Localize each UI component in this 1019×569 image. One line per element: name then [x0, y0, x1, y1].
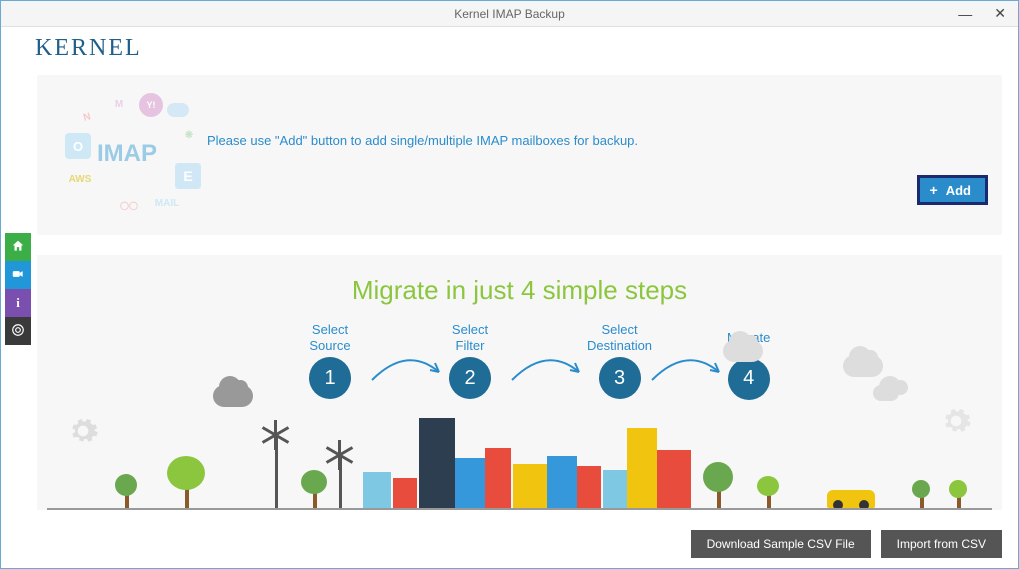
- tree-icon: [717, 490, 721, 508]
- tree-icon: [949, 480, 967, 498]
- add-button[interactable]: + Add: [917, 175, 988, 205]
- step-number: 1: [309, 357, 351, 399]
- step-number: 3: [599, 357, 641, 399]
- tree-icon: [703, 462, 733, 492]
- cityscape: [37, 400, 1002, 510]
- close-button[interactable]: ✕: [988, 3, 1012, 24]
- building-icon: [577, 466, 601, 508]
- building-icon: [485, 448, 511, 508]
- add-button-label: Add: [946, 183, 971, 198]
- windmill-blades-icon: [325, 440, 355, 470]
- windmill-blades-icon: [261, 420, 291, 450]
- building-icon: [455, 458, 485, 508]
- icon-cloud: [167, 103, 189, 117]
- window-title: Kernel IMAP Backup: [454, 7, 565, 21]
- tree-icon: [185, 488, 189, 508]
- cloud-icon: [723, 340, 763, 362]
- tree-icon: [301, 470, 327, 494]
- arrow-icon: [647, 350, 727, 395]
- step-destination: SelectDestination 3: [587, 322, 652, 399]
- icon-n: N: [72, 102, 101, 131]
- bottom-buttons: Download Sample CSV File Import from CSV: [691, 530, 1002, 558]
- cloud-icon: [843, 355, 883, 377]
- step-number: 4: [728, 358, 770, 400]
- icon-yahoo: Y!: [139, 93, 163, 117]
- content: IMAP N M Y! ❋ E O AWS ◯◯ MAIL Please use…: [37, 75, 1002, 568]
- icon-mail: MAIL: [157, 195, 177, 211]
- imap-label: IMAP: [97, 140, 157, 168]
- arrow-icon: [367, 350, 447, 395]
- tree-icon: [125, 494, 129, 508]
- icon-aws: AWS: [67, 169, 93, 189]
- tree-icon: [767, 494, 771, 508]
- step-label: SelectSource: [309, 322, 351, 353]
- home-icon: [11, 239, 25, 256]
- sidebar-info-button[interactable]: i: [5, 289, 31, 317]
- tree-icon: [912, 480, 930, 498]
- tree-icon: [313, 492, 317, 508]
- window-controls: — ✕: [952, 1, 1012, 26]
- logo-area: KERNEL: [1, 27, 1018, 64]
- sidebar-home-button[interactable]: [5, 233, 31, 261]
- video-icon: [11, 267, 25, 284]
- instruction-text: Please use "Add" button to add single/mu…: [207, 133, 982, 178]
- sidebar: i: [5, 233, 31, 345]
- building-icon: [419, 418, 455, 508]
- tree-icon: [757, 476, 779, 496]
- building-icon: [363, 472, 391, 508]
- plus-icon: +: [930, 182, 938, 198]
- cloud-icon: [873, 385, 899, 401]
- ground: [47, 508, 992, 510]
- building-icon: [547, 456, 577, 508]
- titlebar: Kernel IMAP Backup — ✕: [1, 1, 1018, 27]
- step-label: SelectDestination: [587, 322, 652, 353]
- step-label: SelectFilter: [449, 322, 491, 353]
- step-number: 2: [449, 357, 491, 399]
- sidebar-help-button[interactable]: [5, 317, 31, 345]
- building-icon: [627, 428, 657, 508]
- source-panel: IMAP N M Y! ❋ E O AWS ◯◯ MAIL Please use…: [37, 75, 1002, 235]
- arrow-icon: [507, 350, 587, 395]
- building-icon: [657, 450, 691, 508]
- tree-icon: [167, 456, 205, 490]
- minimize-button[interactable]: —: [952, 4, 978, 24]
- info-icon: i: [16, 295, 20, 311]
- import-csv-button[interactable]: Import from CSV: [881, 530, 1002, 558]
- help-icon: [11, 323, 25, 340]
- building-icon: [393, 478, 417, 508]
- icon-exchange: E: [175, 163, 201, 189]
- icon-outlook: O: [65, 133, 91, 159]
- building-icon: [513, 464, 547, 508]
- imap-icon-cloud: IMAP N M Y! ❋ E O AWS ◯◯ MAIL: [57, 85, 197, 225]
- step-source: SelectSource 1: [309, 322, 351, 399]
- icon-misc1: ◯◯: [99, 193, 159, 217]
- icon-leaf: ❋: [179, 127, 199, 143]
- step-filter: SelectFilter 2: [449, 322, 491, 399]
- tree-icon: [115, 474, 137, 496]
- sidebar-video-button[interactable]: [5, 261, 31, 289]
- steps-title: Migrate in just 4 simple steps: [37, 255, 1002, 306]
- steps-panel: Migrate in just 4 simple steps SelectSou…: [37, 255, 1002, 510]
- kernel-logo: KERNEL: [35, 35, 142, 61]
- icon-m: M: [105, 95, 133, 113]
- download-csv-button[interactable]: Download Sample CSV File: [691, 530, 871, 558]
